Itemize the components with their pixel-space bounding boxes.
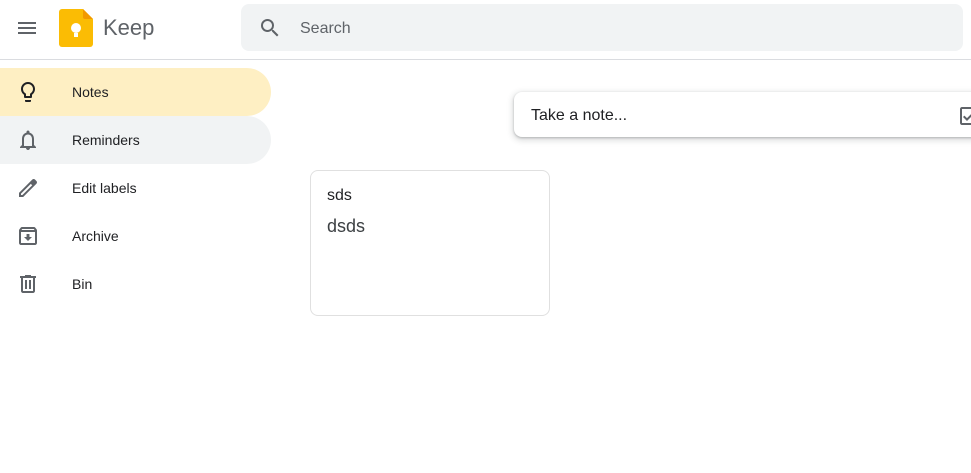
bell-icon: [16, 128, 40, 152]
sidebar: Notes Reminders Edit labels Archive Bin: [0, 68, 280, 308]
search-icon[interactable]: [258, 16, 282, 40]
search-input[interactable]: [298, 15, 942, 43]
app-title[interactable]: Keep: [103, 15, 154, 41]
archive-icon: [16, 224, 40, 248]
sidebar-item-label: Edit labels: [72, 180, 137, 196]
pencil-icon: [16, 176, 40, 200]
trash-icon: [16, 272, 40, 296]
sidebar-item-label: Bin: [72, 276, 93, 292]
sidebar-item-edit-labels[interactable]: Edit labels: [0, 164, 271, 212]
sidebar-item-reminders[interactable]: Reminders: [0, 116, 271, 164]
sidebar-item-archive[interactable]: Archive: [0, 212, 271, 260]
sidebar-item-bin[interactable]: Bin: [0, 260, 271, 308]
take-note-input[interactable]: Take a note...: [514, 92, 971, 137]
lightbulb-icon: [16, 80, 40, 104]
checkbox-icon[interactable]: [957, 104, 971, 128]
sidebar-item-label: Archive: [72, 228, 119, 244]
sidebar-item-notes[interactable]: Notes: [0, 68, 271, 116]
note-title: sds: [327, 187, 352, 204]
keep-logo-icon[interactable]: [59, 9, 93, 47]
note-body: dsds: [327, 216, 366, 236]
take-note-placeholder: Take a note...: [531, 107, 628, 124]
sidebar-item-label: Notes: [72, 84, 109, 100]
search-bar[interactable]: [241, 4, 963, 51]
note-card[interactable]: sds dsds: [310, 170, 550, 316]
main-menu-button[interactable]: [6, 7, 48, 49]
sidebar-item-label: Reminders: [72, 132, 140, 148]
hamburger-menu-icon: [18, 22, 36, 34]
app-header: Keep: [0, 0, 971, 60]
